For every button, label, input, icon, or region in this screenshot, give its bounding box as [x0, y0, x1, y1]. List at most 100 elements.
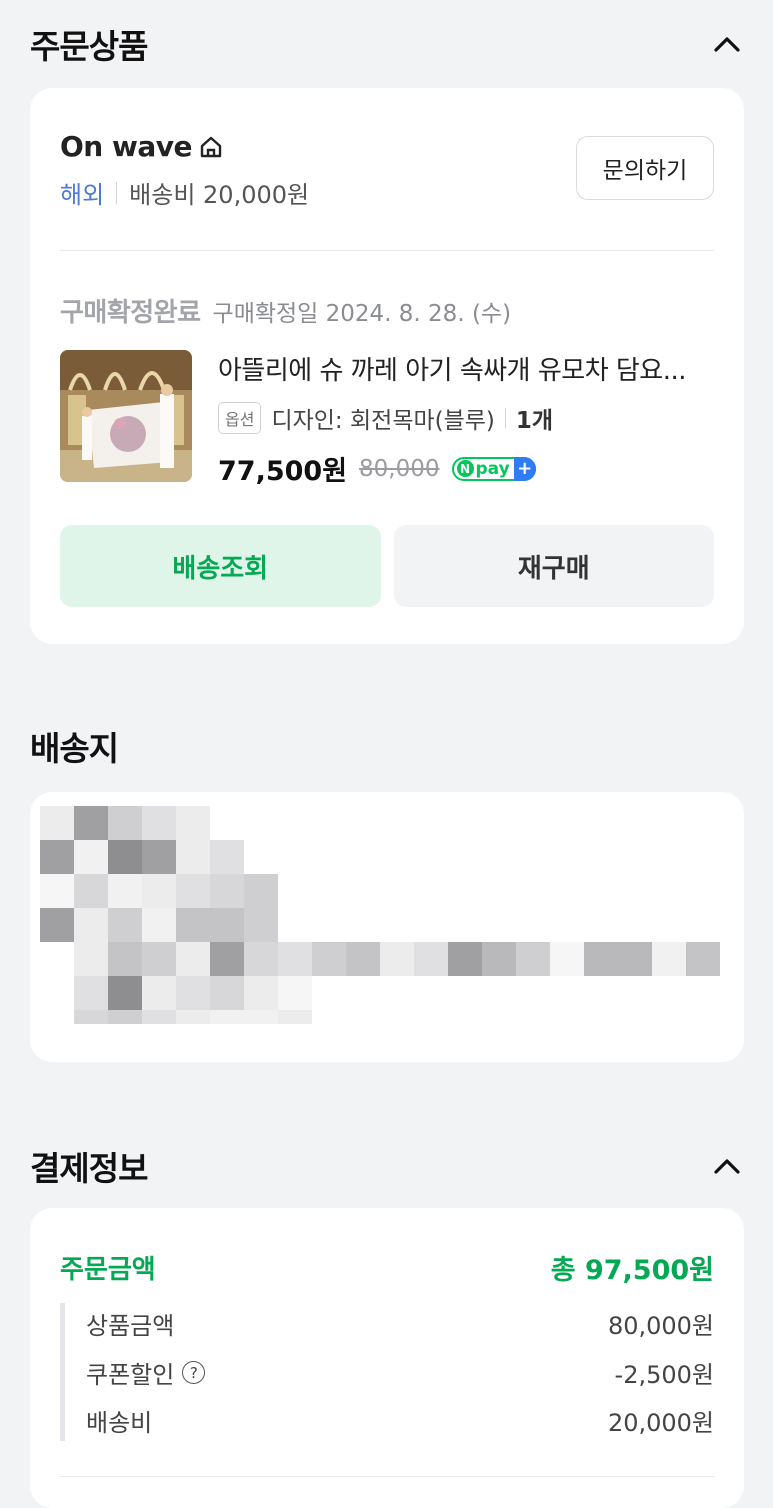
- redaction-tile: [142, 806, 176, 840]
- redaction-tile: [142, 976, 176, 1010]
- redaction-tile: [686, 942, 720, 976]
- redaction-tile: [482, 942, 516, 976]
- redaction-tile: [108, 976, 142, 1010]
- redaction-tile: [74, 976, 108, 1010]
- redaction-tile: [142, 908, 176, 942]
- chevron-up-icon[interactable]: [711, 1150, 743, 1182]
- redaction-tile: [142, 874, 176, 908]
- help-icon[interactable]: ?: [182, 1361, 206, 1384]
- chevron-up-icon[interactable]: [711, 28, 743, 60]
- order-total-label: 주문금액: [60, 1255, 156, 1285]
- redaction-tile: [40, 908, 74, 942]
- redaction-tile: [176, 874, 210, 908]
- redaction-tile: [380, 942, 414, 976]
- redaction-tile: [176, 976, 210, 1010]
- option-row: 옵션 디자인: 회전목마(블루) 1개: [218, 401, 714, 435]
- price-row: 77,500원 80,000 N pay +: [218, 449, 714, 488]
- redaction-tile: [210, 942, 244, 976]
- redaction-tile: [40, 874, 74, 908]
- redaction-tile: [210, 874, 244, 908]
- redaction-tile: [244, 874, 278, 908]
- redaction-tile: [108, 1010, 142, 1024]
- pay-item-shipping: 배송비 20,000원: [86, 1403, 714, 1438]
- sale-price: 77,500원: [218, 456, 348, 487]
- seller-info: On wave 해외 배송비 20,000원: [60, 130, 309, 210]
- confirm-date: 구매확정일 2024. 8. 28. (수): [212, 301, 512, 327]
- pay-item-coupon: 쿠폰할인 ? -2,500원: [86, 1355, 714, 1390]
- redaction-tile: [210, 976, 244, 1010]
- redaction-tile: [414, 942, 448, 976]
- npay-n-icon: N: [456, 460, 474, 477]
- option-text: 디자인: 회전목마(블루): [271, 408, 495, 434]
- redaction-tile: [244, 976, 278, 1010]
- divider: [60, 1476, 714, 1477]
- product-thumbnail[interactable]: [60, 350, 192, 482]
- redaction-tile: [108, 874, 142, 908]
- redaction-tile: [74, 1010, 108, 1024]
- pay-item-value: 20,000원: [607, 1409, 714, 1437]
- breakdown-bar: [60, 1303, 65, 1441]
- plus-icon: +: [513, 456, 536, 481]
- divider: [504, 408, 506, 428]
- redaction-tile: [210, 840, 244, 874]
- pay-item-label: 쿠폰할인: [86, 1361, 175, 1389]
- order-total-row: 주문금액 총 97,500원: [60, 1248, 714, 1287]
- product-name[interactable]: 아뜰리에 슈 까레 아기 속싸개 유모차 담요...: [218, 350, 714, 387]
- payment-section-title: 결제정보: [30, 1149, 148, 1188]
- redaction-tile: [40, 806, 74, 840]
- pay-item-label: 배송비: [86, 1409, 153, 1437]
- redaction-tile: [312, 942, 346, 976]
- track-delivery-button[interactable]: 배송조회: [60, 525, 381, 607]
- divider: [116, 181, 118, 204]
- product-info: 아뜰리에 슈 까레 아기 속싸개 유모차 담요... 옵션 디자인: 회전목마(…: [218, 350, 714, 488]
- overseas-label: 해외: [60, 181, 105, 209]
- redaction-tile: [210, 1010, 244, 1024]
- redaction-tile: [278, 976, 312, 1010]
- original-price: 80,000: [359, 455, 440, 482]
- redaction-tile: [142, 942, 176, 976]
- address-card: [30, 792, 744, 1062]
- redaction-tile: [244, 908, 278, 942]
- quantity: 1개: [515, 408, 554, 434]
- address-section-title: 배송지: [30, 729, 119, 768]
- redaction-tile: [108, 942, 142, 976]
- order-card: On wave 해외 배송비 20,000원 문의하기 구매확정완료 구매확정일…: [30, 88, 744, 644]
- redaction-tile: [176, 1010, 210, 1024]
- option-badge: 옵션: [218, 402, 262, 434]
- redaction-tile: [176, 840, 210, 874]
- redaction-tile: [210, 908, 244, 942]
- redaction-tile: [108, 806, 142, 840]
- redaction-tile: [176, 806, 210, 840]
- redaction-tile: [244, 942, 278, 976]
- pay-item-value: -2,500원: [614, 1361, 714, 1389]
- redaction-tile: [176, 942, 210, 976]
- redaction-tile: [618, 942, 652, 976]
- pay-item-product: 상품금액 80,000원: [86, 1306, 714, 1341]
- redaction-tile: [108, 840, 142, 874]
- redaction-tile: [550, 942, 584, 976]
- redaction-tile: [74, 908, 108, 942]
- pay-item-value: 80,000원: [607, 1312, 714, 1340]
- npay-label: pay: [475, 458, 510, 479]
- order-status: 구매확정완료: [60, 298, 201, 328]
- redaction-tile: [652, 942, 686, 976]
- inquiry-button[interactable]: 문의하기: [576, 136, 714, 200]
- seller-name-text[interactable]: On wave: [60, 130, 193, 163]
- divider: [60, 250, 714, 251]
- address-section-header: 배송지: [30, 722, 743, 770]
- seller-meta: 해외 배송비 20,000원: [60, 175, 309, 210]
- home-icon[interactable]: [198, 134, 224, 160]
- order-section-header: 주문상품: [30, 20, 743, 68]
- redaction-tile: [40, 840, 74, 874]
- redaction-tile: [516, 942, 550, 976]
- redaction-tile: [142, 840, 176, 874]
- redaction-tile: [74, 874, 108, 908]
- redacted-address: [40, 806, 720, 1024]
- shipping-fee: 배송비 20,000원: [129, 181, 310, 209]
- seller-name[interactable]: On wave: [60, 130, 309, 163]
- redaction-tile: [74, 942, 108, 976]
- rebuy-button[interactable]: 재구매: [393, 525, 714, 607]
- payment-card: 주문금액 총 97,500원 상품금액 80,000원 쿠폰할인 ? -2,50…: [30, 1208, 744, 1508]
- pay-item-label: 상품금액: [86, 1312, 175, 1340]
- order-status-row: 구매확정완료 구매확정일 2024. 8. 28. (수): [60, 292, 511, 329]
